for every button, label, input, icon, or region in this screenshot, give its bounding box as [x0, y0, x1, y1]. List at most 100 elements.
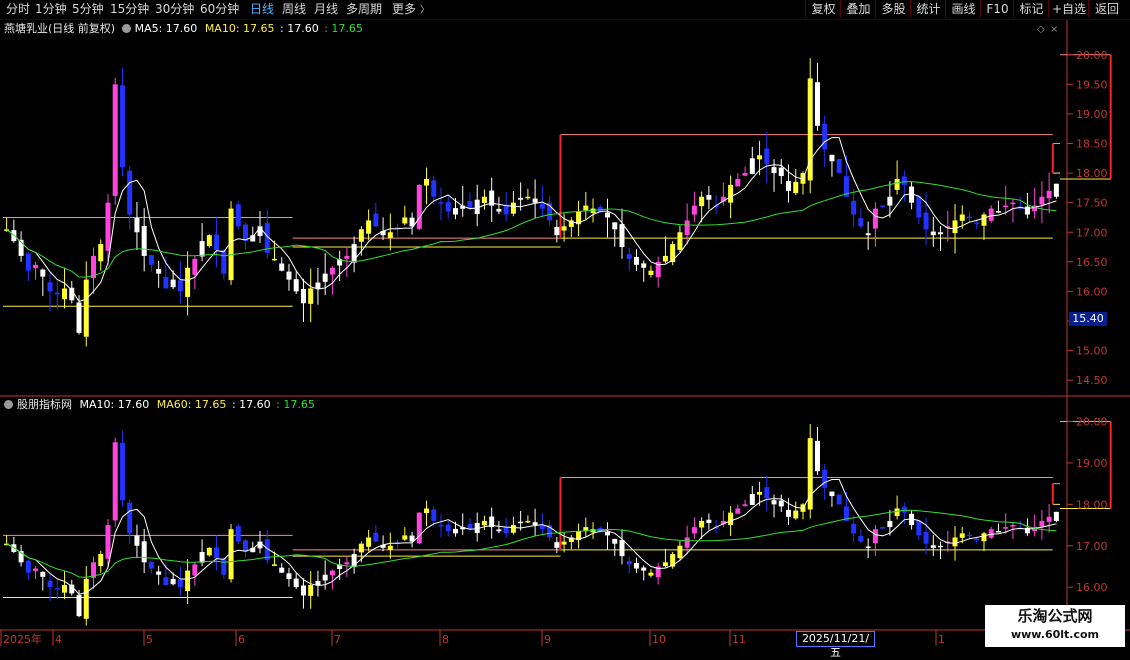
ind-candle [112, 442, 118, 521]
ind-candle [315, 580, 321, 586]
ind-candle [539, 525, 545, 530]
ind-candle [887, 520, 893, 528]
main-candle [300, 289, 306, 304]
ind-candle [706, 519, 712, 523]
main-candle [974, 222, 980, 225]
main-candle [40, 269, 46, 277]
ind-axis-tick-label: 18.00 [1076, 498, 1108, 511]
diamond-icon[interactable]: ◇ [1037, 24, 1045, 35]
main-candle [633, 256, 639, 265]
ind-candle [105, 525, 111, 559]
close-icon[interactable]: × [1050, 24, 1058, 35]
indicator-candles [4, 423, 1059, 626]
main-candle [185, 267, 191, 297]
main-candle [648, 270, 654, 275]
main-candle [344, 255, 350, 259]
ind-candle [206, 547, 212, 556]
date-tick-label: 4 [55, 633, 62, 646]
ind-candle [916, 520, 922, 536]
ind-candle [1053, 511, 1059, 521]
main-candle [662, 255, 668, 262]
main-candle [764, 148, 770, 165]
ind-candle [612, 538, 618, 544]
main-candle [156, 269, 162, 274]
main-candle [329, 267, 335, 275]
ind-candle [40, 571, 46, 577]
ind-candle [988, 529, 994, 538]
main-candle [539, 203, 545, 209]
ind-candle [127, 502, 133, 534]
ind-candle [865, 546, 871, 548]
main-candle [822, 123, 828, 150]
ind-candle [286, 573, 292, 579]
main-axis-tick-label: 15.00 [1076, 345, 1108, 358]
ind-candle [279, 567, 285, 573]
main-axis-tick-label: 17.00 [1076, 226, 1108, 239]
main-candle [141, 225, 147, 256]
main-candle [279, 263, 285, 271]
main-candle [112, 84, 118, 196]
main-candle [54, 292, 60, 295]
ind-candle [300, 585, 306, 596]
ind-candle [344, 562, 350, 565]
main-candle [373, 213, 379, 227]
ind-candle [684, 537, 690, 548]
main-axis-tick-label: 17.50 [1076, 197, 1108, 210]
main-candle [170, 279, 176, 288]
main-candle [605, 212, 611, 218]
main-candle [467, 201, 473, 209]
ind-candle [373, 532, 379, 542]
main-candle [1010, 202, 1016, 205]
main-candle [930, 231, 936, 236]
main-candle [192, 258, 198, 275]
main-candle [735, 179, 741, 187]
watermark-url: www.60lt.com [1010, 628, 1100, 641]
ind-candle [510, 525, 516, 533]
main-candle [865, 233, 871, 236]
ind-candle [271, 564, 277, 566]
main-candle [829, 154, 835, 162]
watermark-title: 乐淘公式网 [1017, 607, 1093, 625]
ind-candle [858, 535, 864, 542]
watermark-logo: 乐淘公式网 www.60lt.com [985, 605, 1125, 647]
main-candle [424, 179, 430, 186]
main-candle [959, 214, 965, 221]
main-candle [872, 208, 878, 229]
main-candle [851, 200, 857, 215]
ind-candle [148, 561, 154, 569]
kline-chart[interactable]: 20.00 19.50 19.00 18.50 18.00 17.50 17.00 16.50… [0, 0, 1130, 650]
ind-candle [605, 531, 611, 536]
ind-candle [83, 578, 89, 619]
main-candle [308, 288, 314, 304]
main-candle [554, 227, 560, 236]
main-candle [402, 217, 408, 224]
ma-lines [6, 137, 1057, 595]
ind-candle [25, 560, 31, 573]
ind-candle [387, 545, 393, 550]
ind-candle [959, 533, 965, 538]
main-candle [967, 216, 973, 219]
main-axis-tick-label: 19.00 [1076, 108, 1108, 121]
ind-candle [322, 574, 328, 581]
main-candle [250, 235, 256, 242]
ind-candle [496, 529, 502, 532]
ind-candle [662, 562, 668, 567]
ind-candle [1046, 516, 1052, 522]
ind-candle [554, 542, 560, 548]
main-price-axis: 20.00 19.50 19.00 18.50 18.00 17.50 17.00 16.50… [1067, 49, 1108, 387]
main-candle [757, 155, 763, 160]
main-candle [1053, 183, 1059, 197]
main-axis-tick-label: 16.00 [1076, 285, 1108, 298]
ind-candle [481, 520, 487, 526]
main-candle [778, 167, 784, 177]
main-candle [887, 196, 893, 206]
main-candle [47, 282, 53, 292]
ind-candle [366, 537, 372, 547]
main-candle [894, 179, 900, 190]
main-candle [416, 184, 422, 229]
ind-candle [742, 504, 748, 507]
ind-candle [308, 585, 314, 596]
main-axis-tick-label: 18.50 [1076, 138, 1108, 151]
ind-candle [134, 535, 140, 546]
ind-candle [76, 594, 82, 617]
